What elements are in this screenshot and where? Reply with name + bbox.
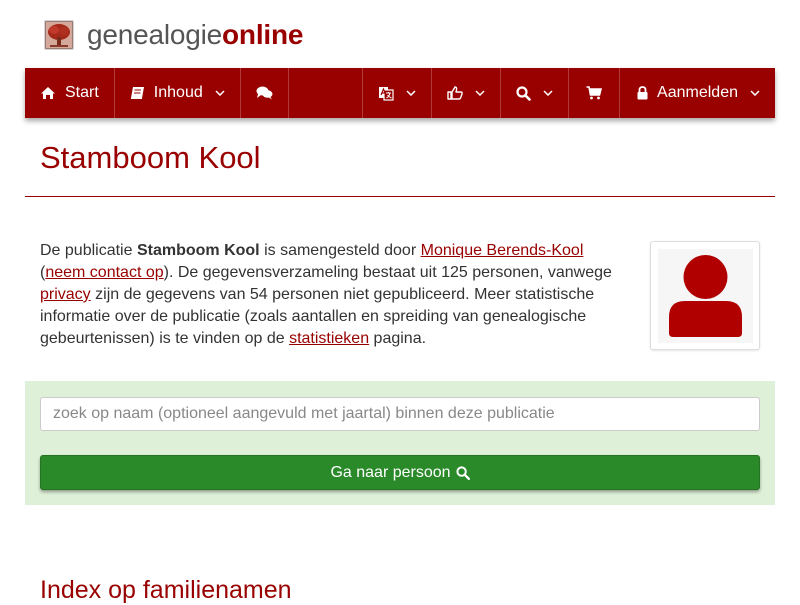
person-search-input[interactable] (40, 397, 760, 431)
nav-start-label: Start (65, 84, 99, 101)
surname-index-heading: Index op familienamen (40, 576, 292, 604)
nav-inhoud[interactable]: Inhoud (115, 68, 241, 118)
thumbs-up-icon (447, 86, 463, 100)
site-header: genealogieonline (0, 0, 800, 68)
translate-icon (378, 86, 394, 101)
chevron-down-icon (543, 90, 553, 96)
title-divider (25, 196, 775, 197)
search-icon (455, 465, 470, 480)
user-silhouette-icon (658, 249, 753, 343)
contact-link[interactable]: neem contact op (45, 264, 163, 281)
chevron-down-icon (475, 90, 485, 96)
go-to-person-label: Ga naar persoon (330, 463, 451, 481)
page-title: Stamboom Kool (40, 140, 261, 175)
nav-aanmelden-label: Aanmelden (657, 84, 738, 101)
comments-icon (256, 86, 273, 100)
site-logo[interactable]: genealogieonline (44, 20, 303, 50)
nav-spacer (289, 68, 364, 118)
book-icon (130, 86, 145, 100)
shopping-cart-icon (586, 86, 603, 100)
chevron-down-icon (215, 90, 225, 96)
nav-search[interactable] (501, 68, 570, 118)
nav-inhoud-label: Inhoud (153, 84, 203, 101)
publication-intro: De publicatie Stamboom Kool is samengest… (40, 242, 612, 347)
nav-language[interactable] (363, 68, 433, 118)
site-name: genealogieonline (87, 19, 304, 50)
author-avatar[interactable] (650, 241, 760, 350)
home-icon (40, 86, 56, 100)
tree-logo-icon (44, 20, 74, 50)
nav-aanmelden[interactable]: Aanmelden (620, 68, 775, 118)
nav-recommend[interactable] (432, 68, 502, 118)
author-link[interactable]: Monique Berends-Kool (421, 242, 584, 259)
person-search-panel: Ga naar persoon (25, 381, 775, 505)
main-navbar: Start Inhoud Aanmelden (25, 68, 775, 118)
nav-cart[interactable] (569, 68, 621, 118)
nav-comments[interactable] (241, 68, 289, 118)
nav-start[interactable]: Start (25, 68, 115, 118)
statistics-link[interactable]: statistieken (289, 330, 369, 347)
publication-name: Stamboom Kool (136, 242, 260, 259)
go-to-person-button[interactable]: Ga naar persoon (40, 455, 760, 490)
chevron-down-icon (406, 90, 416, 96)
search-icon (516, 85, 531, 101)
lock-icon (637, 86, 648, 100)
chevron-down-icon (750, 90, 760, 96)
privacy-link[interactable]: privacy (40, 286, 91, 303)
